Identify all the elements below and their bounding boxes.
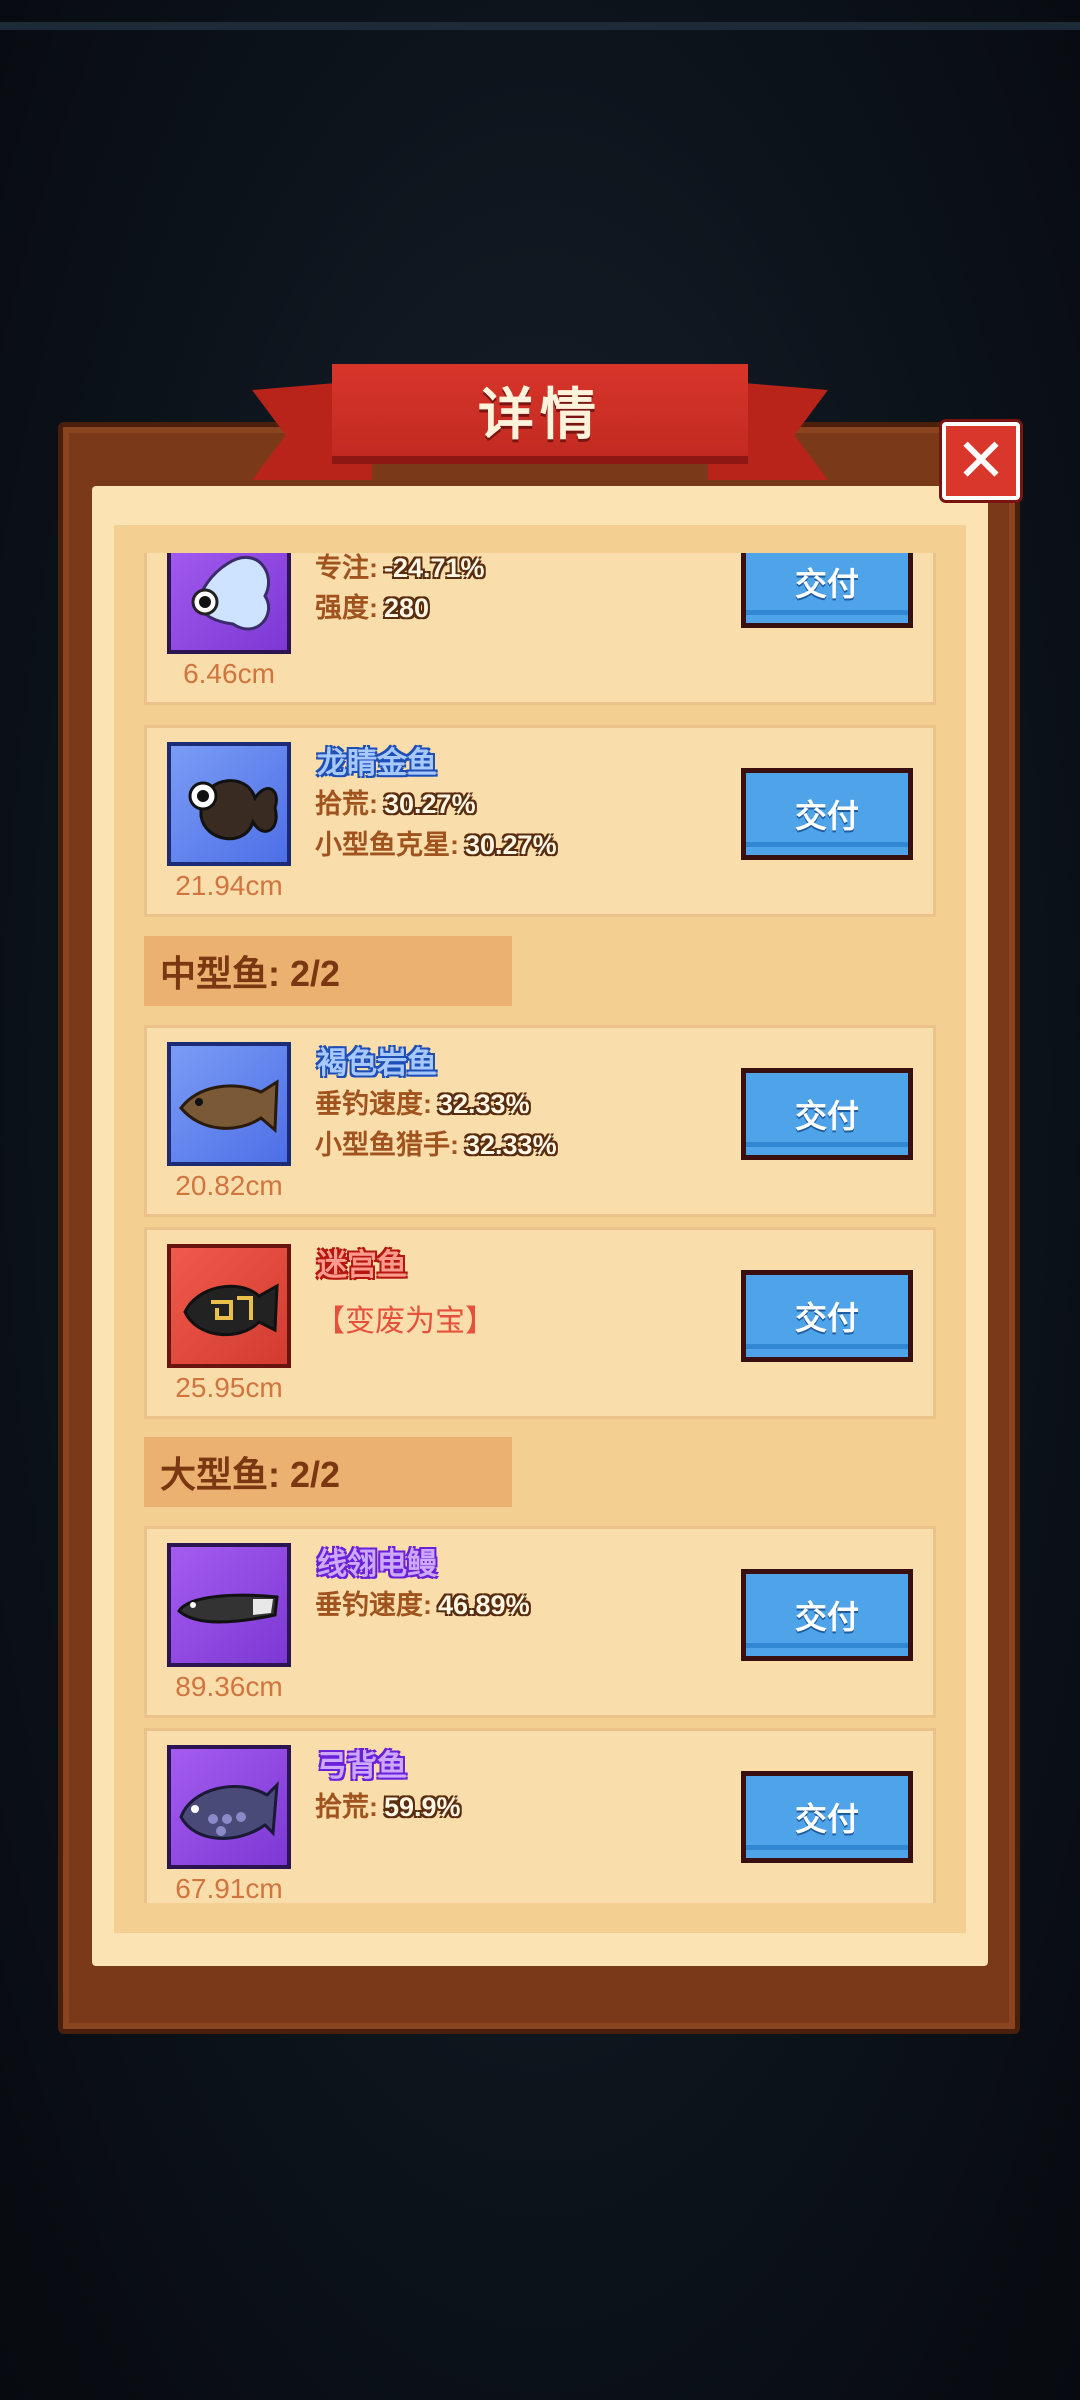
fish-stat: 强度: 280 [315, 593, 430, 623]
section-header-large: 大型鱼: 2/2 [144, 1437, 512, 1507]
labyrinth-fish-icon [183, 1283, 279, 1337]
fish-name: 褐色岩鱼 [317, 1047, 437, 1080]
fish-card: 89.36cm 线翎电鳗 垂钓速度: 46.89% 交付 [144, 1526, 936, 1718]
fish-card: 20.82cm 褐色岩鱼 垂钓速度: 32.33% 小型鱼猎手: 32.33% 交付 [144, 1025, 936, 1217]
fish-thumbnail [167, 1042, 291, 1166]
fish-special-trait: 【变废为宝】 [315, 1305, 495, 1338]
deliver-button[interactable]: 交付 [741, 1270, 913, 1362]
fish-thumbnail [167, 1543, 291, 1667]
title-ribbon: 详情 [332, 364, 748, 464]
fish-card: 21.94cm 龙睛金鱼 拾荒: 30.27% 小型鱼克星: 30.27% 交付 [144, 725, 936, 917]
fish-stat: 拾荒: 59.9% [315, 1792, 461, 1822]
section-header-medium: 中型鱼: 2/2 [144, 936, 512, 1006]
dialog-title: 详情 [478, 382, 602, 446]
fish-thumbnail [167, 1745, 291, 1869]
fish-stat: 拾荒: 30.27% [315, 789, 476, 819]
close-icon: ✕ [955, 427, 1007, 494]
fish-card: 25.95cm 迷宫鱼 【变废为宝】 交付 [144, 1227, 936, 1419]
fish-name: 弓背鱼 [317, 1750, 407, 1783]
fish-name: 龙睛金鱼 [317, 747, 437, 780]
fish-name: 线翎电鳗 [317, 1548, 437, 1581]
fish-stat: 专注: -24.71% [315, 553, 485, 583]
fish-stat: 垂钓速度: 32.33% [315, 1089, 530, 1119]
fish-name: 迷宫鱼 [317, 1249, 407, 1282]
fish-size: 25.95cm [175, 1372, 283, 1403]
fish-thumbnail [167, 553, 291, 654]
fish-size: 67.91cm [175, 1873, 283, 1903]
fish-stat: 小型鱼猎手: 32.33% [315, 1130, 557, 1160]
fish-list[interactable]: 6.46cm 斗鱼 专注:-24.71% 强度:280 交付 21.94cm 龙… [144, 553, 936, 1903]
close-button[interactable]: ✕ [942, 422, 1020, 500]
knifefish-icon [179, 1781, 279, 1840]
deliver-button[interactable]: 交付 [741, 553, 913, 628]
fish-thumbnail [167, 742, 291, 866]
deliver-button[interactable]: 交付 [741, 1569, 913, 1661]
fish-card: 67.91cm 弓背鱼 拾荒: 59.9% 交付 [144, 1728, 936, 1903]
goldfish-icon [188, 779, 278, 841]
fish-stat: 垂钓速度: 46.89% [315, 1590, 530, 1620]
deliver-button[interactable]: 交付 [741, 1068, 913, 1160]
top-status-line [0, 22, 1080, 30]
fish-size: 21.94cm [175, 870, 283, 901]
fish-size: 89.36cm [175, 1671, 283, 1702]
betta-fish-icon [191, 556, 271, 631]
fish-card: 6.46cm 斗鱼 专注:-24.71% 强度:280 交付 [144, 553, 936, 705]
deliver-button[interactable]: 交付 [741, 768, 913, 860]
fish-size: 20.82cm [175, 1170, 283, 1201]
fish-stat: 小型鱼克星: 30.27% [315, 830, 557, 860]
rockfish-icon [179, 1079, 279, 1134]
fish-size: 6.46cm [183, 658, 275, 689]
fish-thumbnail [167, 1244, 291, 1368]
deliver-button[interactable]: 交付 [741, 1771, 913, 1863]
electric-eel-icon [177, 1593, 279, 1624]
